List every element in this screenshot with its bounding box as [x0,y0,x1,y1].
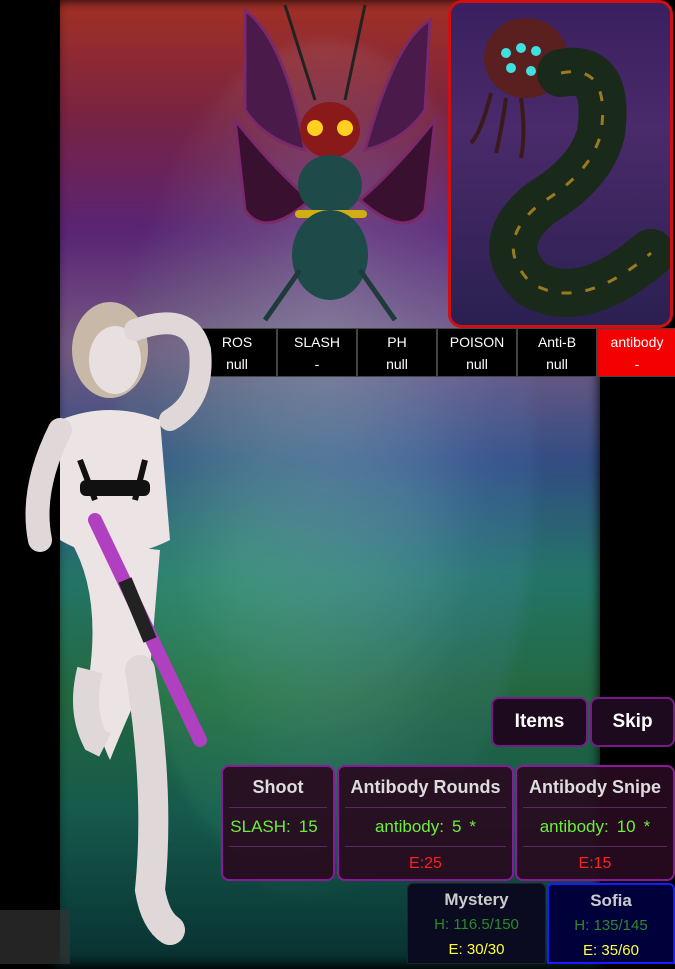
items-button[interactable]: Items [491,697,588,747]
skill-stat-value: 10 [616,817,636,836]
status-ph: PH null [357,328,437,377]
skill-name: Antibody Snipe [523,767,667,808]
party-member-sofia[interactable]: Sofia H: 135/145 E: 35/60 [547,883,675,964]
party-energy: E: 30/30 [448,941,505,958]
party-member-mystery[interactable]: Mystery H: 116.5/150 E: 30/30 [407,883,546,964]
corner-shadow [0,910,70,964]
skill-stat-label: antibody: [374,817,444,836]
hero-character [0,290,230,964]
party-energy: E: 35/60 [583,942,639,959]
status-poison: POISON null [437,328,517,377]
skip-button[interactable]: Skip [590,697,675,747]
skill-name: Shoot [229,767,327,808]
status-label: Anti-B [537,333,577,350]
skill-stat-star: * [643,817,651,836]
status-label: PH [387,333,407,350]
skill-antibody-snipe-card[interactable]: Antibody Snipe antibody: 10 * E:15 [515,765,675,881]
status-label: POISON [449,333,505,350]
skill-shoot-card[interactable]: Shoot SLASH: 15 [221,765,335,881]
worm-creature-icon [469,18,675,317]
hero-figure-icon [25,302,212,945]
moth-enemy[interactable] [225,0,447,330]
skill-cost [223,847,333,881]
skill-cost: E:15 [578,855,612,872]
skill-cost: E:25 [409,855,442,872]
status-value: null [466,355,488,372]
status-table: ROS null SLASH - PH null POISON null Ant… [197,328,675,377]
status-slash: SLASH - [277,328,357,377]
party-name: Sofia [590,891,632,910]
party-name: Mystery [444,890,509,909]
skill-stat-value: 5 [451,817,462,836]
status-anti-b: Anti-B null [517,328,597,377]
status-label: antibody [610,333,664,350]
status-value: - [314,355,320,372]
status-value: - [634,355,640,372]
skill-stat-row: antibody: 5 * [345,808,506,847]
skill-stat-row: SLASH: 15 [229,808,327,847]
status-antibody: antibody - [597,328,675,377]
skill-stat-value: 15 [298,817,318,836]
party-health: H: 135/145 [574,917,648,934]
status-value: null [546,355,568,372]
skill-name: Antibody Rounds [345,767,506,808]
moth-creature-icon [232,4,438,322]
status-label: SLASH [294,333,340,350]
worm-enemy[interactable] [448,0,675,328]
status-value: null [386,355,408,372]
skill-stat-label: SLASH: [230,817,291,836]
party-health: H: 116.5/150 [434,916,519,933]
skill-antibody-rounds-card[interactable]: Antibody Rounds antibody: 5 * E:25 [337,765,514,881]
skill-stat-row: antibody: 10 * [523,808,667,847]
skill-stat-star: * [469,817,477,836]
skill-stat-label: antibody: [539,817,609,836]
